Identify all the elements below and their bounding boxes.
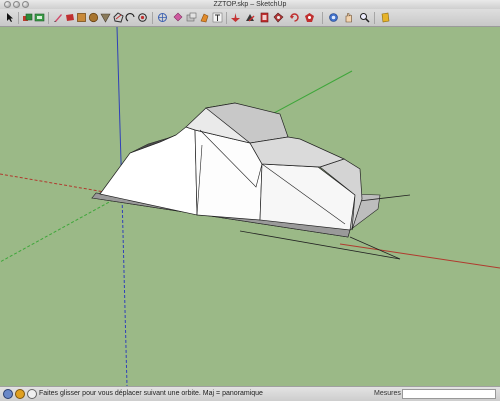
tape-measure-icon[interactable]	[199, 12, 210, 23]
title-bar: ZZTOP.skp – SketchUp	[0, 0, 500, 9]
offset-icon[interactable]	[157, 12, 168, 23]
zoom-icon[interactable]	[273, 12, 284, 23]
status-message: Faites glisser pour vous déplacer suivan…	[39, 390, 263, 397]
rectangle-icon[interactable]	[76, 12, 87, 23]
model-viewport[interactable]	[0, 27, 500, 386]
status-bar: Faites glisser pour vous déplacer suivan…	[0, 386, 500, 401]
guide-line	[239, 230, 401, 260]
instructor-icon[interactable]	[3, 389, 13, 399]
magnifier-icon[interactable]	[359, 12, 370, 23]
blue-axis-dashed	[121, 194, 128, 386]
help-icon[interactable]	[27, 389, 37, 399]
follow-me-icon[interactable]	[125, 12, 136, 23]
toolbar-separator	[374, 12, 375, 24]
toolbar-separator	[226, 12, 227, 24]
sketchup-window: ZZTOP.skp – SketchUp Faites glisser pour…	[0, 0, 500, 401]
circle-icon[interactable]	[88, 12, 99, 23]
rear-deck	[249, 136, 345, 168]
orbit-active-icon[interactable]	[328, 12, 339, 23]
red-axis-solid	[339, 243, 500, 269]
scale-icon[interactable]	[186, 12, 197, 23]
toolbar-separator	[48, 12, 49, 24]
orbit-icon[interactable]	[245, 12, 256, 23]
protractor-icon[interactable]	[230, 12, 241, 23]
geo-location-icon[interactable]	[15, 389, 25, 399]
zoom-extents-icon[interactable]	[304, 12, 315, 23]
guide-line	[349, 236, 401, 260]
arc-icon[interactable]	[113, 12, 124, 23]
mesures-input[interactable]	[402, 389, 496, 399]
eraser-icon[interactable]	[52, 12, 63, 23]
zoom-window-icon[interactable]	[289, 12, 300, 23]
paint-bucket-icon[interactable]	[64, 12, 75, 23]
green-axis-dashed	[0, 194, 123, 263]
select-arrow-icon[interactable]	[5, 12, 16, 23]
model-scene	[0, 27, 500, 386]
warehouse-icon[interactable]	[380, 12, 391, 23]
window-title: ZZTOP.skp – SketchUp	[213, 1, 287, 8]
make-component-icon[interactable]	[22, 12, 33, 23]
toolbar-separator	[18, 12, 19, 24]
mesures-label: Mesures	[374, 390, 401, 397]
toolbar-separator	[322, 12, 323, 24]
toolbar-separator	[152, 12, 153, 24]
move-icon[interactable]	[172, 12, 183, 23]
component-browser-icon[interactable]	[34, 12, 45, 23]
hand-pan-icon[interactable]	[343, 12, 354, 23]
pan-icon[interactable]	[259, 12, 270, 23]
push-pull-icon[interactable]	[100, 12, 111, 23]
text-icon[interactable]	[212, 12, 223, 23]
car-front-face	[99, 126, 198, 216]
rotate-icon[interactable]	[137, 12, 148, 23]
main-toolbar	[0, 9, 500, 27]
